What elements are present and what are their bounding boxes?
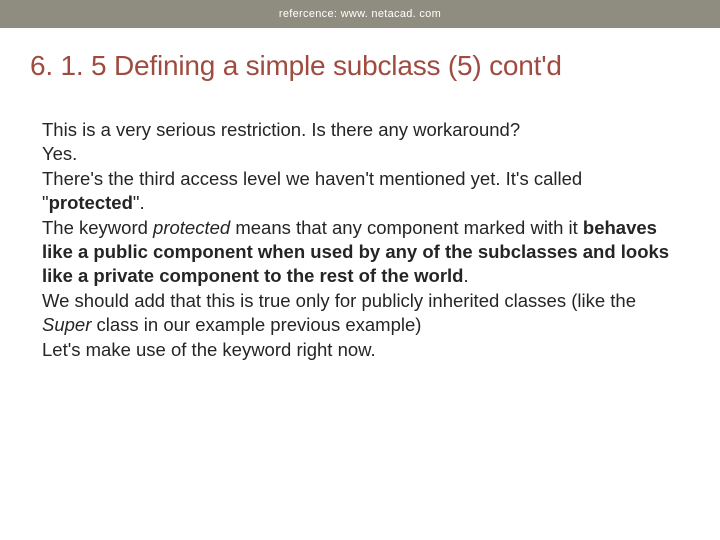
para6: Let's make use of the keyword right now.	[42, 339, 376, 360]
para4-c: means that any component marked with it	[230, 217, 583, 238]
para5-a: We should add that this is true only for…	[42, 290, 636, 311]
header-bar: refercence: www. netacad. com	[0, 0, 720, 28]
para3-c: ".	[133, 192, 145, 213]
para4-b: protected	[153, 217, 230, 238]
slide-title: 6. 1. 5 Defining a simple subclass (5) c…	[0, 28, 720, 100]
para5-b: Super	[42, 314, 91, 335]
para1: This is a very serious restriction. Is t…	[42, 119, 520, 140]
reference-text: refercence: www. netacad. com	[279, 8, 441, 20]
body-text: This is a very serious restriction. Is t…	[42, 118, 672, 362]
para4-e: .	[463, 265, 468, 286]
para4-a: The keyword	[42, 217, 153, 238]
para2: Yes.	[42, 143, 77, 164]
para5-c: class in our example previous example)	[91, 314, 421, 335]
content-area: This is a very serious restriction. Is t…	[0, 100, 720, 362]
para3-b: protected	[49, 192, 133, 213]
